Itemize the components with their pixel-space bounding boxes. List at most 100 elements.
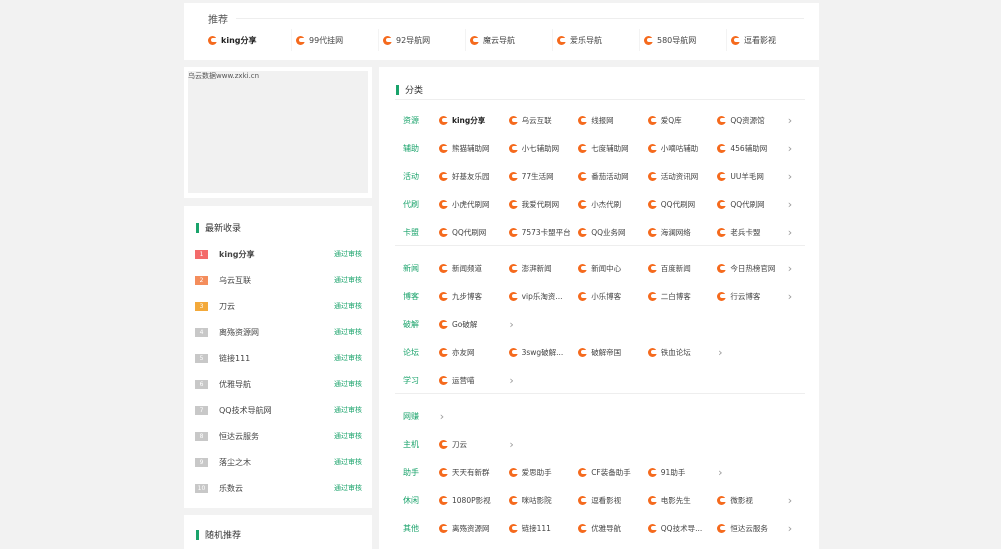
category-site-link[interactable]: 爱思助手 bbox=[505, 467, 575, 478]
category-name[interactable]: 休闲 bbox=[395, 495, 435, 506]
category-site-link[interactable]: 澎湃新闻 bbox=[505, 263, 575, 274]
category-site-link[interactable]: 活动资讯网 bbox=[644, 171, 714, 182]
recommend-item[interactable]: 魔云导航 bbox=[465, 29, 552, 51]
recommend-item[interactable]: king分享 bbox=[204, 29, 291, 51]
chevron-right-icon[interactable]: › bbox=[783, 198, 797, 211]
chevron-right-icon[interactable]: › bbox=[505, 438, 519, 451]
chevron-right-icon[interactable]: › bbox=[783, 522, 797, 535]
chevron-right-icon[interactable]: › bbox=[783, 142, 797, 155]
category-site-link[interactable]: 熊猫辅助网 bbox=[435, 143, 505, 154]
category-name[interactable]: 主机 bbox=[395, 439, 435, 450]
chevron-right-icon[interactable]: › bbox=[713, 466, 727, 479]
recommend-item[interactable]: 逗看影视 bbox=[726, 29, 813, 51]
category-site-link[interactable]: 77生活网 bbox=[505, 171, 575, 182]
category-site-link[interactable]: 新闻中心 bbox=[574, 263, 644, 274]
category-name[interactable]: 论坛 bbox=[395, 347, 435, 358]
chevron-right-icon[interactable]: › bbox=[783, 494, 797, 507]
category-site-link[interactable]: QQ业务网 bbox=[574, 227, 644, 238]
category-name[interactable]: 资源 bbox=[395, 115, 435, 126]
category-name[interactable]: 助手 bbox=[395, 467, 435, 478]
chevron-right-icon[interactable]: › bbox=[505, 318, 519, 331]
chevron-right-icon[interactable]: › bbox=[505, 374, 519, 387]
category-name[interactable]: 网赚 bbox=[395, 411, 435, 422]
category-name[interactable]: 卡盟 bbox=[395, 227, 435, 238]
category-site-link[interactable]: UU羊毛网 bbox=[713, 171, 783, 182]
latest-list-item[interactable]: 5 链接111 通过审核 bbox=[195, 351, 362, 365]
category-site-link[interactable]: QQ资源馆 bbox=[713, 115, 783, 126]
chevron-right-icon[interactable]: › bbox=[713, 346, 727, 359]
category-site-link[interactable]: 二白博客 bbox=[644, 291, 714, 302]
category-site-link[interactable]: 运营喵 bbox=[435, 375, 505, 386]
category-site-link[interactable]: 爱Q库 bbox=[644, 115, 714, 126]
category-site-link[interactable]: 恒达云服务 bbox=[713, 523, 783, 534]
category-site-link[interactable]: 行云博客 bbox=[713, 291, 783, 302]
category-site-link[interactable]: 海澜网络 bbox=[644, 227, 714, 238]
category-site-link[interactable]: 逗看影视 bbox=[574, 495, 644, 506]
category-site-link[interactable]: king分享 bbox=[435, 115, 505, 126]
category-site-link[interactable]: 小杰代刷 bbox=[574, 199, 644, 210]
chevron-right-icon[interactable]: › bbox=[783, 262, 797, 275]
latest-list-item[interactable]: 6 优雅导航 通过审核 bbox=[195, 377, 362, 391]
category-site-link[interactable]: 咪咕影院 bbox=[505, 495, 575, 506]
category-name[interactable]: 学习 bbox=[395, 375, 435, 386]
chevron-right-icon[interactable]: › bbox=[435, 410, 449, 423]
latest-list-item[interactable]: 1 king分享 通过审核 bbox=[195, 247, 362, 261]
recommend-item[interactable]: 580导航网 bbox=[639, 29, 726, 51]
category-site-link[interactable]: QQ代刷网 bbox=[435, 227, 505, 238]
category-site-link[interactable]: 微影视 bbox=[713, 495, 783, 506]
category-site-link[interactable]: 7573卡盟平台 bbox=[505, 227, 575, 238]
category-name[interactable]: 其他 bbox=[395, 523, 435, 534]
category-site-link[interactable]: Go破解 bbox=[435, 319, 505, 330]
category-site-link[interactable]: 1080P影视 bbox=[435, 495, 505, 506]
category-site-link[interactable]: 小乐博客 bbox=[574, 291, 644, 302]
category-site-link[interactable]: QQ代刷网 bbox=[713, 199, 783, 210]
latest-list-item[interactable]: 8 恒达云服务 通过审核 bbox=[195, 429, 362, 443]
category-name[interactable]: 破解 bbox=[395, 319, 435, 330]
recommend-item[interactable]: 爱乐导航 bbox=[552, 29, 639, 51]
category-site-link[interactable]: 新闻频道 bbox=[435, 263, 505, 274]
category-site-link[interactable]: 九步博客 bbox=[435, 291, 505, 302]
ad-image[interactable] bbox=[188, 71, 368, 193]
category-site-link[interactable]: 456辅助网 bbox=[713, 143, 783, 154]
category-site-link[interactable]: 小嘀咕辅助 bbox=[644, 143, 714, 154]
recommend-item[interactable]: 92导航网 bbox=[378, 29, 465, 51]
latest-list-item[interactable]: 10 乐数云 通过审核 bbox=[195, 481, 362, 495]
category-site-link[interactable]: 老兵卡盟 bbox=[713, 227, 783, 238]
category-site-link[interactable]: 今日热榜官网 bbox=[713, 263, 783, 274]
category-name[interactable]: 博客 bbox=[395, 291, 435, 302]
category-site-link[interactable]: 刀云 bbox=[435, 439, 505, 450]
latest-list-item[interactable]: 3 刀云 通过审核 bbox=[195, 299, 362, 313]
category-site-link[interactable]: QQ代刷网 bbox=[644, 199, 714, 210]
category-site-link[interactable]: 七度辅助网 bbox=[574, 143, 644, 154]
category-site-link[interactable]: CF装备助手 bbox=[574, 467, 644, 478]
category-site-link[interactable]: 链接111 bbox=[505, 523, 575, 534]
category-site-link[interactable]: 小虎代刷网 bbox=[435, 199, 505, 210]
category-site-link[interactable]: 破解帝国 bbox=[574, 347, 644, 358]
category-name[interactable]: 新闻 bbox=[395, 263, 435, 274]
category-site-link[interactable]: 线报网 bbox=[574, 115, 644, 126]
category-site-link[interactable]: 百度新闻 bbox=[644, 263, 714, 274]
category-site-link[interactable]: 优雅导航 bbox=[574, 523, 644, 534]
category-site-link[interactable]: 亦友网 bbox=[435, 347, 505, 358]
chevron-right-icon[interactable]: › bbox=[783, 226, 797, 239]
category-name[interactable]: 活动 bbox=[395, 171, 435, 182]
latest-list-item[interactable]: 4 离殇资源网 通过审核 bbox=[195, 325, 362, 339]
category-site-link[interactable]: 番茄活动网 bbox=[574, 171, 644, 182]
category-site-link[interactable]: 天天有新群 bbox=[435, 467, 505, 478]
category-name[interactable]: 代刷 bbox=[395, 199, 435, 210]
category-site-link[interactable]: 好基友乐园 bbox=[435, 171, 505, 182]
category-site-link[interactable]: 离殇资源网 bbox=[435, 523, 505, 534]
category-site-link[interactable]: 我爱代刷网 bbox=[505, 199, 575, 210]
latest-list-item[interactable]: 7 QQ技术导航网 通过审核 bbox=[195, 403, 362, 417]
chevron-right-icon[interactable]: › bbox=[783, 290, 797, 303]
category-site-link[interactable]: 铁血论坛 bbox=[644, 347, 714, 358]
chevron-right-icon[interactable]: › bbox=[783, 170, 797, 183]
category-site-link[interactable]: QQ技术导... bbox=[644, 523, 714, 534]
category-site-link[interactable]: 乌云互联 bbox=[505, 115, 575, 126]
latest-list-item[interactable]: 2 乌云互联 通过审核 bbox=[195, 273, 362, 287]
category-site-link[interactable]: vip乐淘资... bbox=[505, 291, 575, 302]
category-site-link[interactable]: 电影先生 bbox=[644, 495, 714, 506]
category-site-link[interactable]: 3swg破解... bbox=[505, 347, 575, 358]
chevron-right-icon[interactable]: › bbox=[783, 114, 797, 127]
latest-list-item[interactable]: 9 落尘之木 通过审核 bbox=[195, 455, 362, 469]
